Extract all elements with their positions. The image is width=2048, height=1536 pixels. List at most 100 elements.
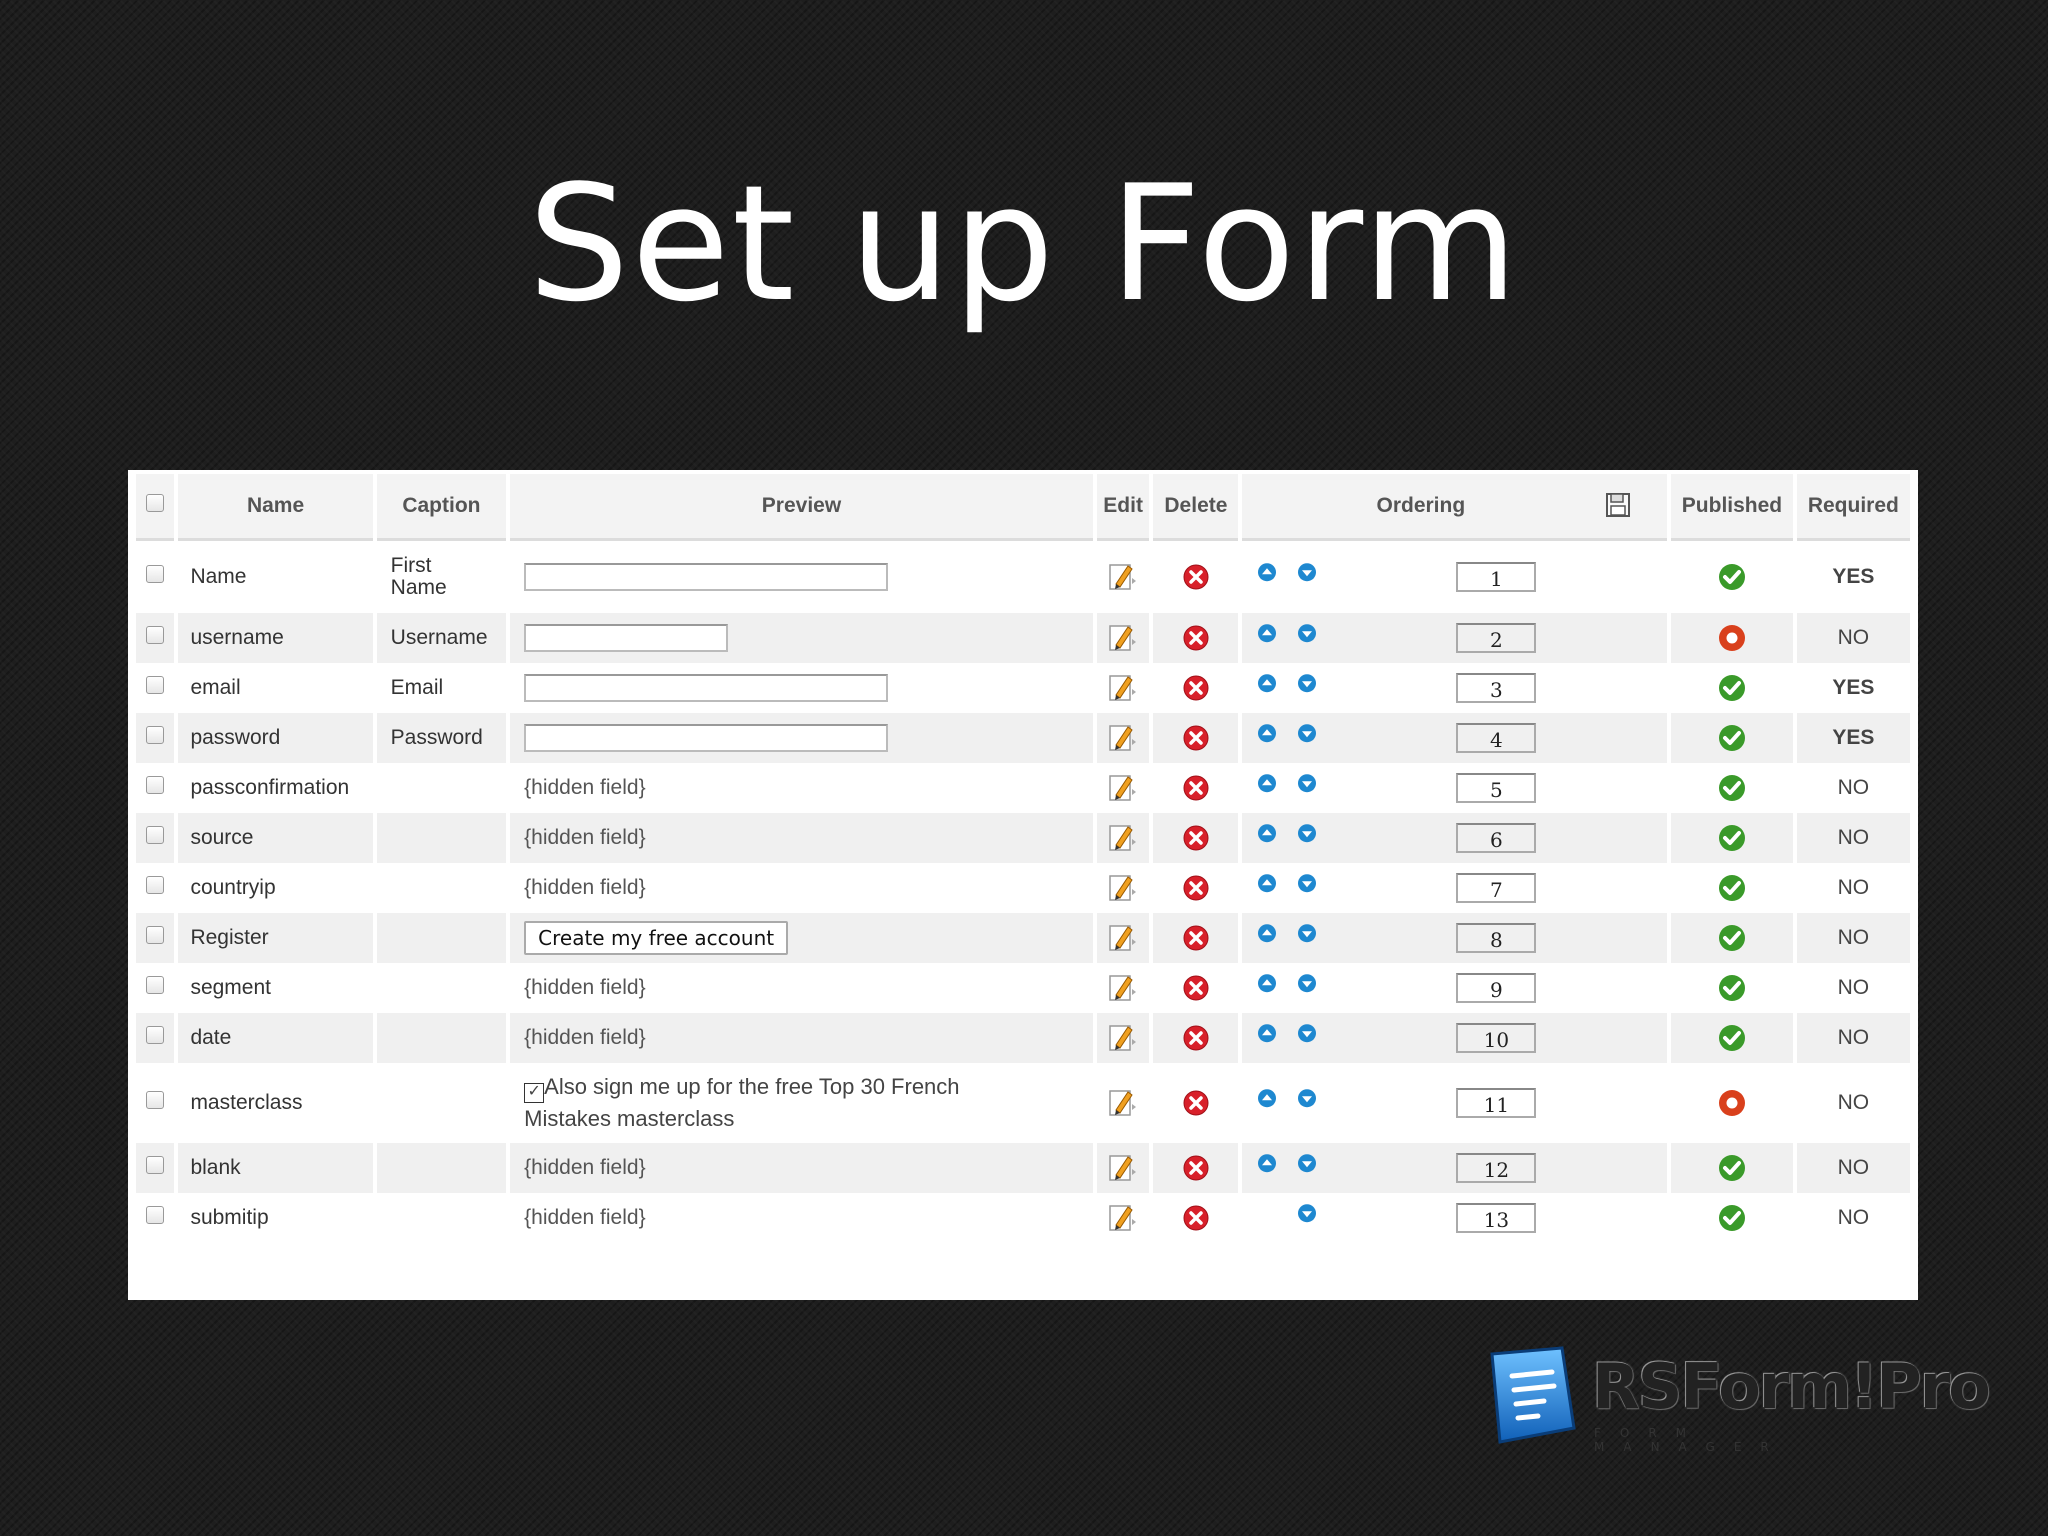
row-checkbox[interactable]	[146, 776, 165, 794]
required-toggle[interactable]: NO	[1838, 826, 1870, 849]
check-circle-icon[interactable]	[1717, 1205, 1747, 1231]
arrow-up-icon[interactable]	[1256, 1021, 1278, 1045]
check-circle-icon[interactable]	[1717, 875, 1747, 901]
ordering-input[interactable]: 10	[1456, 1023, 1537, 1053]
arrow-up-icon[interactable]	[1256, 821, 1278, 845]
delete-icon[interactable]	[1182, 925, 1210, 951]
arrow-up-icon[interactable]	[1256, 621, 1278, 645]
ordering-input[interactable]: 13	[1456, 1203, 1537, 1233]
delete-icon[interactable]	[1182, 564, 1210, 590]
preview-submit-button[interactable]: Create my free account	[524, 921, 789, 955]
check-circle-icon[interactable]	[1717, 975, 1747, 1001]
ordering-input[interactable]: 12	[1456, 1153, 1537, 1183]
check-circle-icon[interactable]	[1717, 564, 1747, 590]
preview-text-input[interactable]	[524, 624, 729, 652]
required-toggle[interactable]: YES	[1832, 726, 1874, 749]
required-toggle[interactable]: NO	[1838, 1206, 1870, 1229]
check-circle-icon[interactable]	[1717, 725, 1747, 751]
delete-icon[interactable]	[1182, 1025, 1210, 1051]
arrow-up-icon[interactable]	[1256, 721, 1278, 745]
delete-icon[interactable]	[1182, 775, 1210, 801]
required-toggle[interactable]: NO	[1838, 626, 1870, 649]
pencil-icon[interactable]	[1108, 1025, 1138, 1051]
row-checkbox[interactable]	[146, 926, 165, 944]
row-checkbox[interactable]	[146, 1156, 165, 1174]
preview-text-input[interactable]	[524, 563, 889, 591]
required-toggle[interactable]: YES	[1832, 676, 1874, 699]
preview-checkbox[interactable]: ✓	[524, 1083, 545, 1103]
arrow-up-icon[interactable]	[1256, 871, 1278, 895]
preview-text-input[interactable]	[524, 674, 889, 702]
pencil-icon[interactable]	[1108, 925, 1138, 951]
row-checkbox[interactable]	[146, 676, 165, 694]
ordering-input[interactable]: 3	[1456, 673, 1537, 703]
header-ordering-label[interactable]: Ordering	[1376, 494, 1465, 517]
arrow-up-icon[interactable]	[1256, 1151, 1278, 1175]
row-checkbox[interactable]	[146, 1206, 165, 1224]
ordering-input[interactable]: 6	[1456, 823, 1537, 853]
arrow-down-icon[interactable]	[1296, 871, 1318, 895]
ordering-input[interactable]: 2	[1456, 623, 1537, 653]
pencil-icon[interactable]	[1108, 875, 1138, 901]
row-checkbox[interactable]	[146, 826, 165, 844]
row-checkbox[interactable]	[146, 976, 165, 994]
ordering-input[interactable]: 4	[1456, 723, 1537, 753]
required-toggle[interactable]: YES	[1832, 565, 1874, 588]
pencil-icon[interactable]	[1108, 725, 1138, 751]
check-circle-icon[interactable]	[1717, 1025, 1747, 1051]
row-checkbox[interactable]	[146, 565, 165, 583]
arrow-up-icon[interactable]	[1256, 921, 1278, 945]
required-toggle[interactable]: NO	[1838, 1091, 1870, 1114]
arrow-down-icon[interactable]	[1296, 921, 1318, 945]
delete-icon[interactable]	[1182, 1155, 1210, 1181]
delete-icon[interactable]	[1182, 1205, 1210, 1231]
ordering-input[interactable]: 8	[1456, 923, 1537, 953]
ordering-input[interactable]: 9	[1456, 973, 1537, 1003]
pencil-icon[interactable]	[1108, 564, 1138, 590]
arrow-down-icon[interactable]	[1296, 671, 1318, 695]
unpublished-icon[interactable]	[1717, 625, 1747, 651]
delete-icon[interactable]	[1182, 625, 1210, 651]
delete-icon[interactable]	[1182, 825, 1210, 851]
unpublished-icon[interactable]	[1717, 1090, 1747, 1116]
header-caption[interactable]: Caption	[376, 474, 507, 541]
required-toggle[interactable]: NO	[1838, 926, 1870, 949]
arrow-down-icon[interactable]	[1296, 1151, 1318, 1175]
arrow-up-icon[interactable]	[1256, 560, 1278, 584]
ordering-input[interactable]: 7	[1456, 873, 1537, 903]
header-published[interactable]: Published	[1671, 474, 1793, 541]
arrow-down-icon[interactable]	[1296, 971, 1318, 995]
arrow-down-icon[interactable]	[1296, 821, 1318, 845]
pencil-icon[interactable]	[1108, 675, 1138, 701]
row-checkbox[interactable]	[146, 626, 165, 644]
arrow-down-icon[interactable]	[1296, 1086, 1318, 1110]
check-circle-icon[interactable]	[1717, 825, 1747, 851]
header-required[interactable]: Required	[1796, 474, 1910, 541]
arrow-up-icon[interactable]	[1256, 771, 1278, 795]
required-toggle[interactable]: NO	[1838, 876, 1870, 899]
required-toggle[interactable]: NO	[1838, 1156, 1870, 1179]
arrow-down-icon[interactable]	[1296, 621, 1318, 645]
pencil-icon[interactable]	[1108, 1155, 1138, 1181]
pencil-icon[interactable]	[1108, 975, 1138, 1001]
arrow-up-icon[interactable]	[1256, 671, 1278, 695]
delete-icon[interactable]	[1182, 1090, 1210, 1116]
check-circle-icon[interactable]	[1717, 675, 1747, 701]
header-name[interactable]: Name	[178, 474, 373, 541]
delete-icon[interactable]	[1182, 875, 1210, 901]
required-toggle[interactable]: NO	[1838, 776, 1870, 799]
row-checkbox[interactable]	[146, 1026, 165, 1044]
row-checkbox[interactable]	[146, 1091, 165, 1109]
ordering-input[interactable]: 1	[1456, 562, 1537, 592]
check-circle-icon[interactable]	[1717, 925, 1747, 951]
delete-icon[interactable]	[1182, 975, 1210, 1001]
arrow-down-icon[interactable]	[1296, 560, 1318, 584]
save-icon[interactable]	[1605, 492, 1631, 524]
check-circle-icon[interactable]	[1717, 1155, 1747, 1181]
arrow-down-icon[interactable]	[1296, 1201, 1318, 1225]
delete-icon[interactable]	[1182, 725, 1210, 751]
pencil-icon[interactable]	[1108, 625, 1138, 651]
ordering-input[interactable]: 5	[1456, 773, 1537, 803]
required-toggle[interactable]: NO	[1838, 1026, 1870, 1049]
arrow-up-icon[interactable]	[1256, 1086, 1278, 1110]
